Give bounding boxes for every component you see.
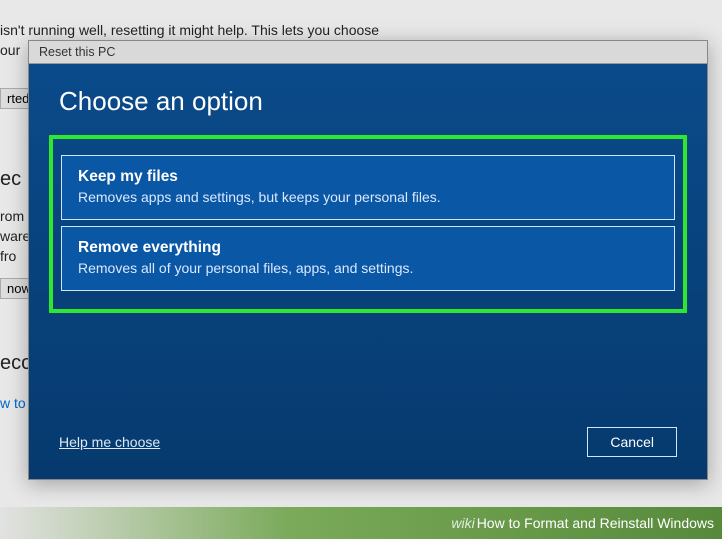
dialog-footer: Help me choose Cancel — [59, 427, 677, 457]
bg-text-ec: ec — [0, 168, 21, 191]
option-desc: Removes all of your personal files, apps… — [78, 260, 658, 276]
option-title: Remove everything — [78, 239, 658, 257]
option-title: Keep my files — [78, 168, 658, 186]
dialog-heading: Choose an option — [59, 86, 677, 117]
bg-text-ware: ware — [0, 228, 30, 244]
cancel-button[interactable]: Cancel — [587, 427, 677, 457]
bg-text-line1: isn't running well, resetting it might h… — [0, 22, 379, 38]
reset-pc-dialog: Reset this PC Choose an option Keep my f… — [28, 40, 708, 480]
option-desc: Removes apps and settings, but keeps you… — [78, 189, 658, 205]
highlight-box: Keep my files Removes apps and settings,… — [49, 135, 687, 313]
dialog-body: Choose an option Keep my files Removes a… — [29, 64, 707, 477]
bg-text-fro: fro — [0, 248, 16, 264]
caption-brand: wiki — [451, 515, 474, 531]
bg-link-wto[interactable]: w to — [0, 395, 26, 411]
caption-bar: wiki How to Format and Reinstall Windows — [0, 507, 722, 539]
bg-text-rom: rom — [0, 208, 24, 224]
bg-text-line2: our — [0, 42, 20, 58]
help-me-choose-link[interactable]: Help me choose — [59, 434, 160, 450]
caption-title: How to Format and Reinstall Windows — [477, 515, 714, 531]
option-keep-my-files[interactable]: Keep my files Removes apps and settings,… — [61, 155, 675, 220]
dialog-titlebar: Reset this PC — [29, 41, 707, 64]
option-remove-everything[interactable]: Remove everything Removes all of your pe… — [61, 226, 675, 291]
